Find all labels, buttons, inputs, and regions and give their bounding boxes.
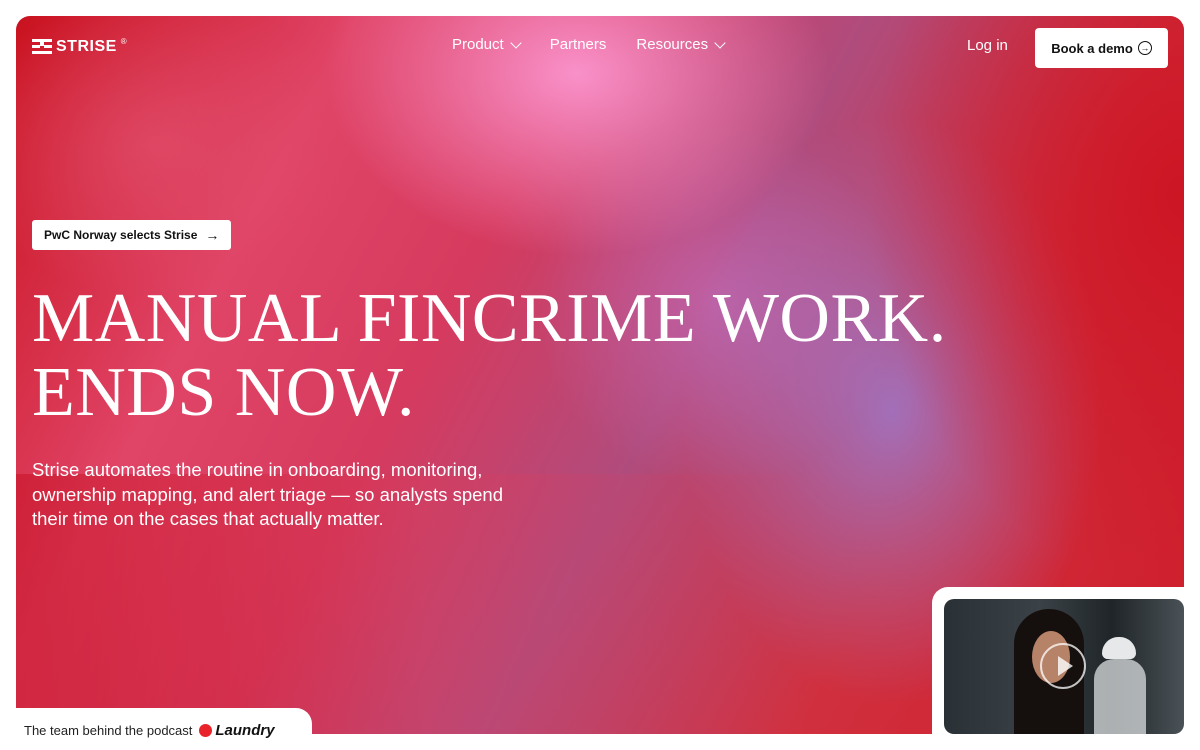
strise-logo-icon xyxy=(32,39,52,55)
nav-item-label: Product xyxy=(452,36,504,53)
chevron-down-icon xyxy=(510,36,522,49)
podcast-label: The team behind the podcast xyxy=(24,722,193,738)
nav-item-partners[interactable]: Partners xyxy=(550,36,607,53)
login-link[interactable]: Log in xyxy=(967,37,1008,54)
hero-headline: MANUAL FINCRIME WORK. ENDS NOW. xyxy=(32,282,947,430)
nav-item-product[interactable]: Product xyxy=(452,36,522,53)
logo-registered-mark: ® xyxy=(120,36,127,46)
arrow-circle-right-icon: → xyxy=(1137,41,1152,55)
video-background-figure xyxy=(1094,659,1146,734)
headline-line-1: MANUAL FINCRIME WORK. xyxy=(32,280,947,357)
laundry-logo-icon xyxy=(199,723,213,737)
hero-subtitle: Strise automates the routine in onboardi… xyxy=(32,459,503,529)
book-demo-label: Book a demo xyxy=(1051,40,1133,56)
podcast-tab: The team behind the podcast Laundry xyxy=(16,708,312,750)
headline-line-2: ENDS NOW. xyxy=(32,354,416,431)
laundry-podcast-link[interactable]: Laundry xyxy=(199,721,275,739)
logo-text: STRISE xyxy=(56,38,117,55)
nav-item-label: Partners xyxy=(549,36,607,53)
book-demo-button[interactable]: Book a demo → xyxy=(1035,28,1168,68)
nav-item-label: Resources xyxy=(636,36,709,53)
chevron-down-icon xyxy=(714,36,726,49)
main-nav: Product Partners Resources xyxy=(452,36,726,53)
video-thumbnail[interactable] xyxy=(944,599,1184,734)
play-icon[interactable] xyxy=(1040,643,1086,689)
strise-logo[interactable]: STRISE ® xyxy=(32,36,127,56)
chef-hat-shape xyxy=(1102,637,1136,659)
laundry-brand: Laundry xyxy=(215,721,275,739)
arrow-right-icon: → xyxy=(205,227,220,243)
nav-item-resources[interactable]: Resources xyxy=(636,36,726,53)
announcement-label: PwC Norway selects Strise xyxy=(44,228,198,242)
announcement-pill[interactable]: PwC Norway selects Strise → xyxy=(32,220,232,250)
